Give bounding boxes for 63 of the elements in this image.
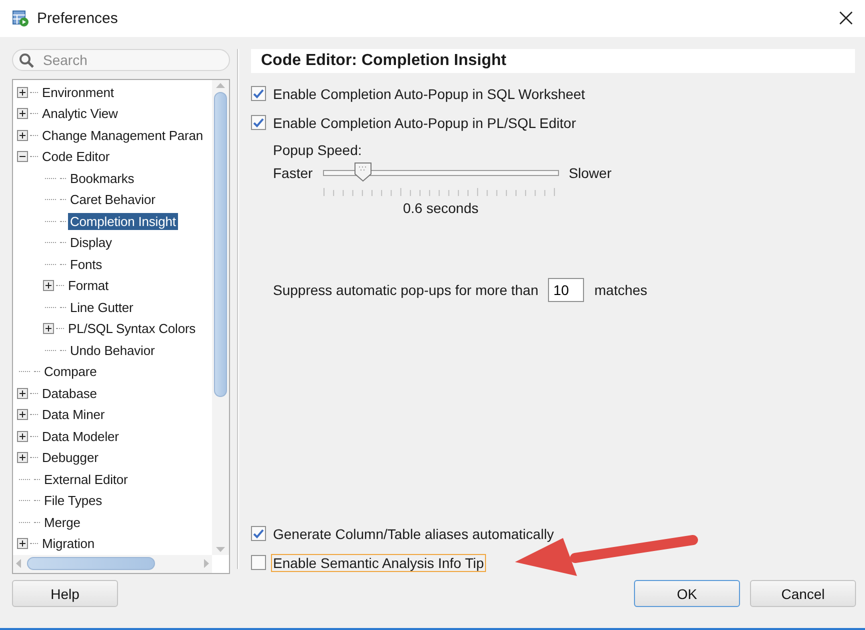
tree-item[interactable]: Change Management Paran [40,126,206,144]
slider-reading: 0.6 seconds [403,200,478,216]
checkbox[interactable] [251,555,266,570]
expand-toggle[interactable] [43,323,54,334]
scrollbar-thumb[interactable] [27,557,155,570]
expand-toggle[interactable] [17,452,28,464]
tree-item[interactable]: Fonts [68,256,104,273]
suppress-label: Suppress automatic pop-ups for more than [273,282,538,298]
search-field[interactable]: Search [12,48,230,71]
expand-toggle[interactable] [17,409,28,420]
checkbox-label[interactable]: Enable Completion Auto-Popup in SQL Worksheet [271,84,588,103]
tree-item[interactable]: Data Miner [40,406,107,424]
collapse-toggle[interactable] [17,151,28,162]
tree-item[interactable]: Undo Behavior [68,342,157,359]
slider-label: Popup Speed: [273,142,363,158]
expand-toggle[interactable] [43,280,54,292]
window-title: Preferences [37,10,119,27]
checkbox[interactable] [251,526,266,542]
tree-item[interactable]: Code Editor [40,148,112,166]
app-icon [12,10,29,27]
slider-max-label: Slower [568,164,612,181]
tree-item[interactable]: Database [40,384,99,402]
expand-toggle[interactable] [17,86,28,98]
suppress-unit: matches [594,282,648,298]
dialog-button[interactable]: Help [12,580,118,608]
expand-toggle[interactable] [17,130,28,141]
tree-item[interactable]: Debugger [40,449,100,466]
tree-item[interactable]: PL/SQL Syntax Colors [66,320,198,338]
tree-item[interactable]: Environment [40,84,116,101]
slider-min-label: Faster [273,164,313,181]
number-field[interactable]: 10 [548,278,584,302]
tree-item[interactable]: Format [66,277,111,294]
checkbox-label[interactable]: Generate Column/Table aliases automatically [271,524,556,543]
tree-item[interactable]: Merge [42,514,82,531]
slider-thumb[interactable] [354,162,372,182]
tree-item[interactable]: Display [68,234,114,252]
close-icon[interactable] [839,11,853,26]
checkbox-label[interactable]: Enable Semantic Analysis Info Tip [271,554,486,572]
tree-item[interactable]: Caret Behavior [68,191,158,208]
tree-item[interactable]: Migration [40,535,97,552]
tree-item[interactable]: Data Modeler [40,428,121,445]
expand-toggle[interactable] [17,430,28,442]
checkbox-label[interactable]: Enable Completion Auto-Popup in PL/SQL Editor [271,114,578,132]
checkbox[interactable] [251,115,266,130]
expand-toggle[interactable] [17,538,28,550]
expand-toggle[interactable] [17,388,28,399]
checkbox[interactable] [251,86,266,102]
tree-item[interactable]: Compare [42,363,99,380]
scrollbar-thumb[interactable] [214,92,227,397]
tree-item[interactable]: Analytic View [40,105,120,122]
expand-toggle[interactable] [17,108,28,120]
panel-title: Code Editor: Completion Insight [251,48,855,73]
slider[interactable] [322,162,559,184]
tree-item[interactable]: File Types [42,492,104,510]
tree-item[interactable]: Bookmarks [68,170,136,187]
tree-item[interactable]: External Editor [42,470,130,488]
vertical-scrollbar[interactable] [212,80,229,555]
tree-item[interactable]: Completion Insight [68,212,178,230]
dialog-button[interactable]: Cancel [750,580,856,608]
search-icon [19,52,34,68]
tree-item[interactable]: Line Gutter [68,298,136,316]
horizontal-scrollbar[interactable] [13,554,212,573]
dialog-button[interactable]: OK [634,580,740,608]
